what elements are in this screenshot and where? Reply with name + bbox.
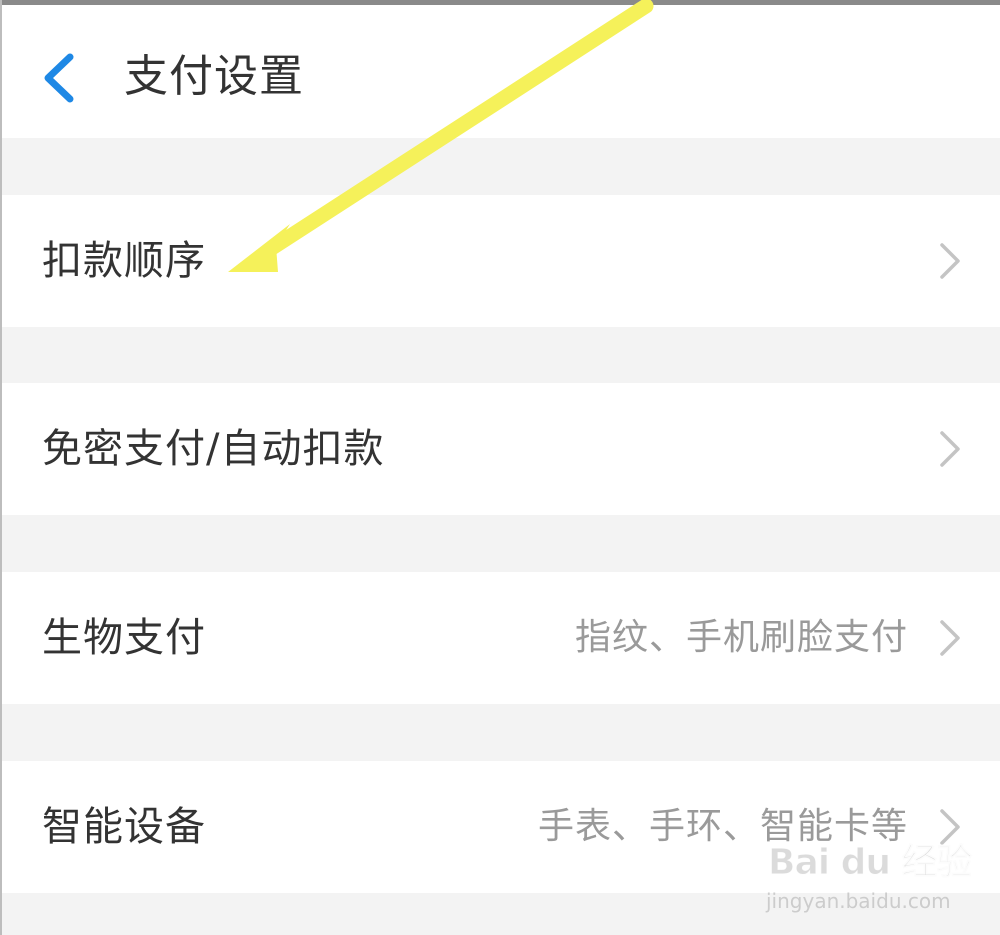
watermark-url: jingyan.baidu.com xyxy=(766,889,951,913)
chevron-right-icon xyxy=(940,243,960,279)
page-title: 支付设置 xyxy=(124,51,304,102)
back-button[interactable] xyxy=(30,47,90,109)
settings-item-password-free[interactable]: 免密支付/自动扣款 xyxy=(0,383,1000,515)
settings-item-label: 扣款顺序 xyxy=(42,238,206,284)
chevron-left-icon xyxy=(44,53,74,103)
title-bar: 支付设置 xyxy=(0,5,1000,138)
settings-item-biometric-pay[interactable]: 生物支付 指纹、手机刷脸支付 xyxy=(0,572,1000,704)
chevron-right-icon xyxy=(940,431,960,467)
settings-item-label: 免密支付/自动扣款 xyxy=(42,426,385,472)
chevron-right-icon xyxy=(940,620,960,656)
left-border xyxy=(0,0,2,935)
settings-item-label: 生物支付 xyxy=(42,615,206,661)
settings-item-debit-order[interactable]: 扣款顺序 xyxy=(0,195,1000,327)
watermark-logo: Bai du 经验 xyxy=(768,842,974,884)
settings-item-label: 智能设备 xyxy=(42,804,206,850)
settings-item-detail: 指纹、手机刷脸支付 xyxy=(574,617,908,658)
